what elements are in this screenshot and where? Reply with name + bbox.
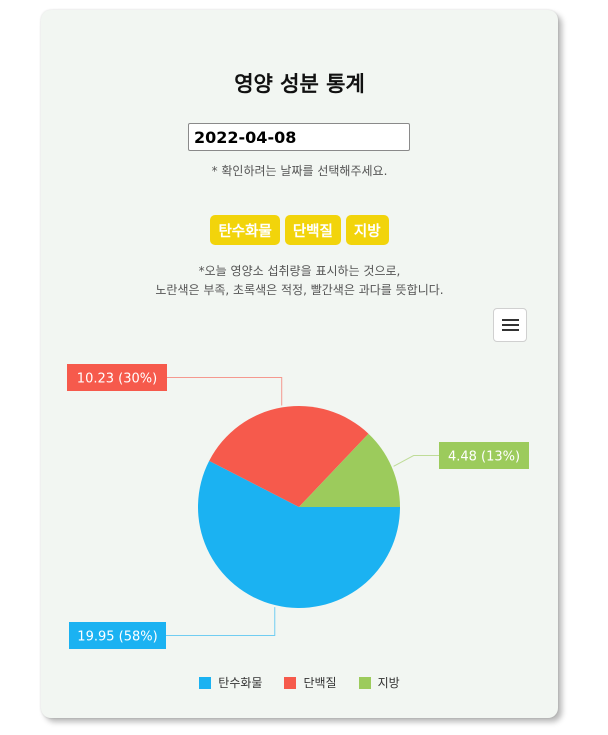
legend-item-carbohydrate[interactable]: 탄수화물 <box>199 674 262 691</box>
legend-swatch-fat <box>358 676 371 689</box>
leader-line-fat <box>393 455 439 467</box>
data-label-carbohydrate: 19.95 (58%) <box>77 630 157 645</box>
data-label-fat: 4.48 (13%) <box>448 450 520 465</box>
leader-line-carbohydrate <box>166 607 276 636</box>
legend-item-protein[interactable]: 단백질 <box>284 674 337 691</box>
legend-label-fat: 지방 <box>377 676 400 690</box>
legend-item-fat[interactable]: 지방 <box>358 674 400 691</box>
nutrition-pie-chart: 19.95 (58%) 10.23 (30%) 4.48 (13%) <box>67 364 529 649</box>
legend-label-protein: 단백질 <box>303 676 337 690</box>
data-label-protein: 10.23 (30%) <box>77 372 157 387</box>
leader-line-protein <box>167 377 283 406</box>
legend-swatch-protein <box>284 676 297 689</box>
legend-label-carbohydrate: 탄수화물 <box>218 676 263 690</box>
legend-swatch-carbohydrate <box>199 676 212 689</box>
chart-legend: 탄수화물 단백질 지방 <box>41 674 558 691</box>
nutrition-stats-card: 영양 성분 통계 * 확인하려는 날짜를 선택해주세요. 탄수화물 단백질 지방… <box>41 10 558 718</box>
